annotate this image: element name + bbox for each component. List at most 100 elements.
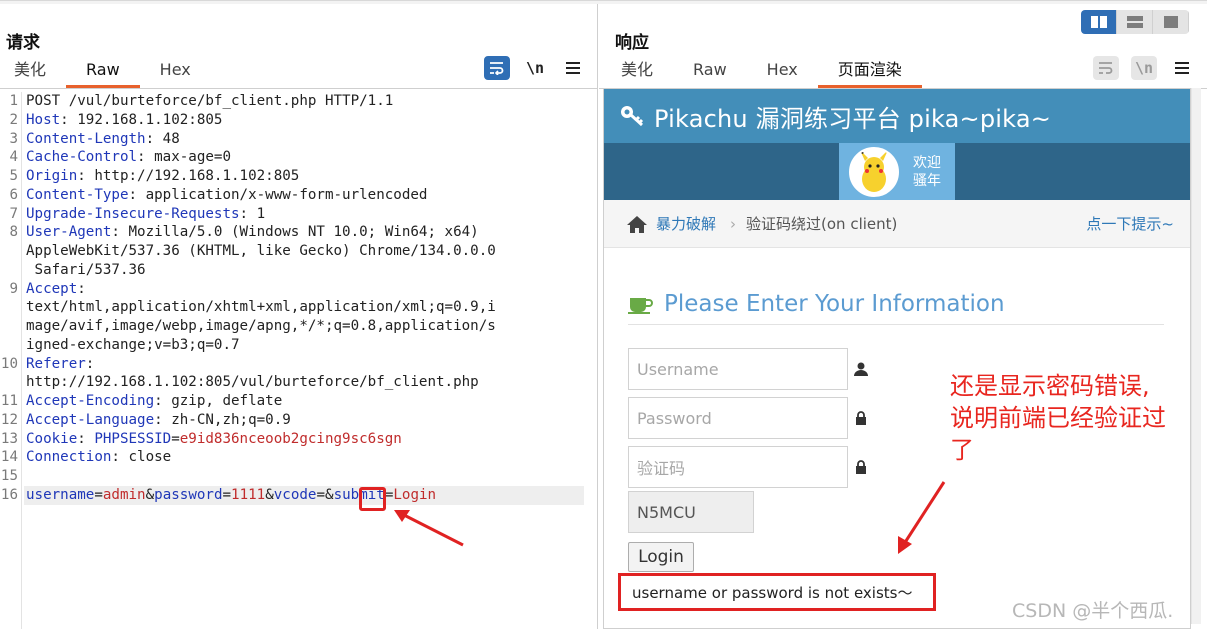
header-key: Origin xyxy=(26,168,78,184)
red-arrow-left xyxy=(394,510,464,547)
code-text: igned-exchange;v=b3;q=0.7 xyxy=(26,336,240,353)
line-number: 8 xyxy=(9,224,18,241)
code-line[interactable]: Referer: xyxy=(26,355,596,374)
code-text: : xyxy=(85,355,95,372)
code-line[interactable]: text/html,application/xhtml+xml,applicat… xyxy=(26,298,596,317)
code-text: =& xyxy=(316,486,334,503)
render-scrollbar[interactable] xyxy=(1191,88,1201,624)
code-text: : application/x-www-form-urlencoded xyxy=(128,186,428,203)
code-line[interactable]: Host: 192.168.1.102:805 xyxy=(26,111,596,130)
code-text: & xyxy=(145,486,155,503)
tab-raw[interactable]: Raw xyxy=(66,58,140,88)
code-line[interactable]: Cookie: PHPSESSID=e9id836nceoob2gcing9sc… xyxy=(26,430,596,449)
home-icon[interactable] xyxy=(626,215,648,233)
username-field[interactable]: Username xyxy=(628,348,848,390)
form-divider xyxy=(628,324,1164,325)
code-line[interactable]: Connection: close xyxy=(26,448,596,467)
hamburger-menu-icon[interactable] xyxy=(1169,56,1195,80)
user-menu[interactable]: 欢迎 骚年 xyxy=(839,143,955,200)
tab-render[interactable]: 页面渲染 xyxy=(817,58,922,88)
hint-link[interactable]: 点一下提示~ xyxy=(1086,213,1174,234)
tab-pretty[interactable]: 美化 xyxy=(0,58,66,88)
code-text: = xyxy=(171,430,180,447)
code-line[interactable]: User-Agent: Mozilla/5.0 (Windows NT 10.0… xyxy=(26,223,596,242)
code-line[interactable]: http://192.168.1.102:805/vul/burteforce/… xyxy=(26,373,596,392)
breadcrumb-parent[interactable]: 暴力破解 xyxy=(656,213,716,234)
code-text: : zh-CN,zh;q=0.9 xyxy=(154,411,291,428)
code-line[interactable]: Upgrade-Insecure-Requests: 1 xyxy=(26,205,596,224)
code-text: : 192.168.1.102:805 xyxy=(60,111,223,128)
password-field[interactable]: Password xyxy=(628,397,848,439)
newline-toggle-button[interactable]: \n xyxy=(522,56,548,80)
response-tabs: 美化 Raw Hex 页面渲染 xyxy=(601,58,922,88)
code-text: Safari/537.36 xyxy=(26,261,146,278)
form-title: Please Enter Your Information xyxy=(628,291,1005,317)
code-line[interactable]: username=admin&password=1111&vcode=&subm… xyxy=(26,486,596,505)
code-text: text/html,application/xhtml+xml,applicat… xyxy=(26,299,496,316)
breadcrumb-separator: › xyxy=(730,214,737,233)
line-number: 3 xyxy=(9,130,18,147)
line-number: 1 xyxy=(9,93,18,109)
header-key: Accept xyxy=(26,280,78,297)
wrap-lines-icon[interactable] xyxy=(484,56,510,80)
newline-toggle-button[interactable]: \n xyxy=(1131,56,1157,80)
code-text: : xyxy=(77,280,86,297)
code-text: http://192.168.1.102:805/vul/burteforce/… xyxy=(26,374,479,391)
horizontal-view-icon[interactable] xyxy=(1117,10,1153,34)
tab-hex[interactable]: Hex xyxy=(140,58,211,88)
login-button[interactable]: Login xyxy=(628,542,694,572)
tab-raw[interactable]: Raw xyxy=(673,58,747,88)
code-line[interactable]: AppleWebKit/537.36 (KHTML, like Gecko) C… xyxy=(26,242,596,261)
response-title: 响应 xyxy=(615,33,649,53)
line-number: 13 xyxy=(0,430,18,447)
code-line[interactable]: POST /vul/burteforce/bf_client.php HTTP/… xyxy=(26,92,596,111)
code-line[interactable]: Content-Length: 48 xyxy=(26,130,596,149)
code-line[interactable]: Accept-Language: zh-CN,zh;q=0.9 xyxy=(26,411,596,430)
welcome-text: 欢迎 骚年 xyxy=(913,154,941,190)
tab-hex[interactable]: Hex xyxy=(747,58,818,88)
error-message: username or password is not exists～ xyxy=(618,573,936,611)
param-value: e9id836nceoob2gcing9sc6sgn xyxy=(179,430,402,447)
code-line[interactable]: igned-exchange;v=b3;q=0.7 xyxy=(26,336,596,355)
wrap-lines-icon[interactable] xyxy=(1093,56,1119,80)
code-line[interactable]: mage/avif,image/webp,image/apng,*/*;q=0.… xyxy=(26,317,596,336)
code-text: = xyxy=(222,486,232,503)
request-tabs: 美化 Raw Hex xyxy=(0,58,211,88)
code-text: POST /vul/burteforce/bf_client.php HTTP/… xyxy=(26,93,394,109)
header-key: Cookie xyxy=(26,430,78,447)
code-line[interactable]: Safari/537.36 xyxy=(26,261,596,280)
line-number: 4 xyxy=(9,149,18,166)
user-icon xyxy=(854,362,868,376)
single-view-icon[interactable] xyxy=(1153,10,1189,34)
code-text: : http://192.168.1.102:805 xyxy=(77,168,300,184)
code-text: & xyxy=(265,486,274,503)
code-text: : gzip, deflate xyxy=(154,393,283,409)
breadcrumb-current: 验证码绕过(on client) xyxy=(746,215,898,233)
code-text: : xyxy=(77,430,95,447)
annotation-line-2: 说明前端已经验证过 xyxy=(950,404,1166,432)
code-line[interactable]: Accept-Encoding: gzip, deflate xyxy=(26,392,596,411)
header-key: Host xyxy=(26,111,61,128)
header-key: Content-Length xyxy=(26,130,146,147)
line-number: 12 xyxy=(0,411,18,428)
key-icon xyxy=(621,106,644,127)
code-line[interactable]: Content-Type: application/x-www-form-url… xyxy=(26,186,596,205)
split-view-icon[interactable] xyxy=(1081,10,1117,34)
code-line[interactable]: Cache-Control: max-age=0 xyxy=(26,148,596,167)
captcha-code: N5MCU xyxy=(628,491,754,533)
tab-pretty[interactable]: 美化 xyxy=(601,58,673,88)
annotation-line-1: 还是显示密码错误, xyxy=(950,372,1150,400)
header-key: Accept-Language xyxy=(26,411,155,428)
code-line[interactable]: Accept: xyxy=(26,280,596,299)
hamburger-menu-icon[interactable] xyxy=(560,56,586,80)
watermark: CSDN @半个西瓜. xyxy=(1012,600,1174,622)
captcha-field[interactable]: 验证码 xyxy=(628,446,848,488)
layout-switcher xyxy=(1081,10,1189,34)
line-number: 15 xyxy=(0,468,18,484)
site-brand[interactable]: Pikachu 漏洞练习平台 pika~pika~ xyxy=(654,99,1051,134)
header-key: username xyxy=(26,486,95,503)
code-line[interactable]: Origin: http://192.168.1.102:805 xyxy=(26,167,596,186)
annotation-line-3: 了 xyxy=(950,436,974,464)
header-key: Referer xyxy=(26,355,86,372)
lock-icon xyxy=(856,460,866,474)
